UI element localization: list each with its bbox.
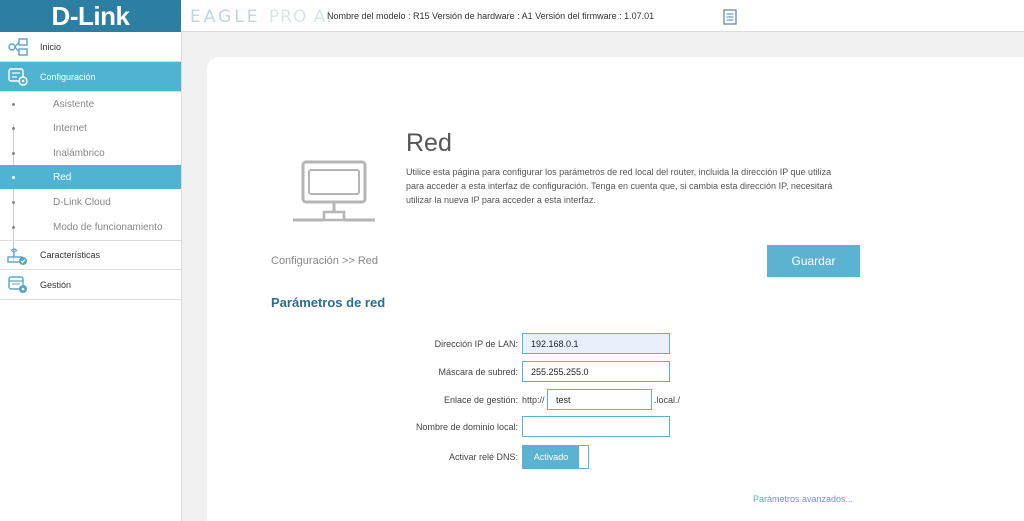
bullet-dot — [12, 102, 15, 106]
mgmt-link-label: Enlace de gestión: — [443, 395, 518, 405]
sidebar-item-label: Características — [40, 250, 101, 260]
bullet-dot — [12, 175, 15, 179]
bullet-dot — [12, 200, 15, 204]
save-button[interactable]: Guardar — [767, 245, 860, 277]
mgmt-link-input[interactable]: test — [547, 389, 652, 410]
top-header: D-Link EAGLE PRO AI Nombre del modelo : … — [0, 0, 1024, 32]
submenu-item-red[interactable]: Red — [0, 165, 181, 189]
bullet-dot — [12, 225, 15, 229]
local-domain-label: Nombre de dominio local: — [415, 422, 518, 432]
management-icon — [8, 276, 27, 293]
page-description: Utilice esta página para configurar los … — [406, 167, 833, 205]
submenu-item-modo[interactable]: Modo de funcionamiento — [0, 215, 181, 239]
settings-icon — [8, 68, 28, 86]
subnet-mask-input[interactable]: 255.255.255.0 — [522, 361, 670, 382]
sidebar: Inicio Configuración Asistente Internet … — [0, 32, 182, 521]
router-features-icon — [7, 248, 27, 265]
sidebar-item-configuracion[interactable]: Configuración — [0, 62, 181, 92]
sidebar-item-inicio[interactable]: Inicio — [0, 32, 181, 62]
submenu-item-inalambrico[interactable]: Inalámbrico — [0, 141, 181, 165]
product-name: EAGLE PRO AI — [190, 7, 332, 27]
network-computer-icon — [293, 160, 375, 222]
sidebar-item-label: Inicio — [40, 41, 62, 52]
mgmt-link-suffix: .local./ — [654, 395, 681, 405]
document-icon[interactable] — [723, 9, 737, 25]
product-name-main: EAGLE — [190, 7, 261, 27]
local-domain-input[interactable] — [522, 416, 670, 437]
subnet-label: Máscara de subred: — [438, 367, 518, 377]
dns-relay-label: Activar relé DNS: — [448, 452, 518, 462]
logo-text: D-Link — [51, 0, 130, 31]
submenu-label: Modo de funcionamiento — [53, 221, 163, 233]
dlink-logo: D-Link — [0, 0, 181, 32]
lan-ip-label: Dirección IP de LAN: — [434, 339, 518, 349]
sidebar-item-label: Configuración — [40, 71, 96, 82]
submenu-label: Inalámbrico — [53, 147, 105, 159]
submenu-label: D-Link Cloud — [53, 196, 111, 208]
bullet-dot — [12, 151, 15, 155]
sidebar-item-label: Gestión — [40, 279, 72, 290]
toggle-state: Activado — [523, 446, 579, 468]
bullet-dot — [12, 126, 15, 130]
submenu-label: Internet — [53, 122, 87, 134]
sidebar-item-caracteristicas[interactable]: Características — [0, 240, 181, 270]
mgmt-link-prefix: http:// — [522, 395, 545, 405]
submenu-item-internet[interactable]: Internet — [0, 116, 181, 140]
network-map-icon — [8, 38, 28, 56]
submenu-label: Asistente — [53, 98, 95, 110]
submenu-item-dlink-cloud[interactable]: D-Link Cloud — [0, 190, 181, 214]
breadcrumb: Configuración >> Red — [271, 255, 379, 267]
page-title: Red — [406, 129, 452, 157]
submenu-item-asistente[interactable]: Asistente — [0, 92, 181, 116]
product-name-sub: PRO AI — [268, 7, 333, 27]
lan-ip-input[interactable]: 192.168.0.1 — [522, 333, 670, 354]
sidebar-item-gestion[interactable]: Gestión — [0, 270, 181, 300]
dns-relay-toggle[interactable]: Activado — [522, 445, 589, 469]
model-info: Nombre del modelo : R15 Versión de hardw… — [327, 11, 655, 21]
submenu-label: Red — [53, 171, 72, 183]
advanced-settings-link[interactable]: Parámetros avanzados... — [753, 494, 853, 504]
section-title: Parámetros de red — [271, 295, 386, 310]
